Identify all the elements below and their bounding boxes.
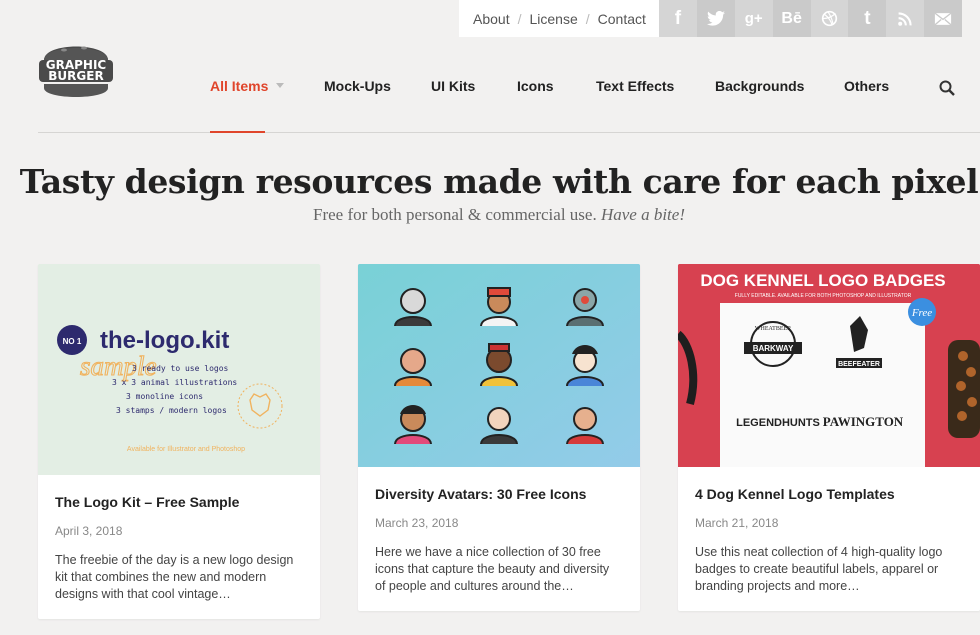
- tumblr-icon[interactable]: t: [848, 0, 887, 37]
- svg-text:3 ready to use logos: 3 ready to use logos: [132, 364, 229, 373]
- license-link[interactable]: License: [529, 11, 577, 27]
- card-thumbnail[interactable]: [358, 264, 640, 467]
- about-link[interactable]: About: [473, 11, 510, 27]
- card-thumbnail[interactable]: NO 1 the-logo.kit sample 3 ready to use …: [38, 264, 320, 475]
- svg-text:3 monoline icons: 3 monoline icons: [126, 392, 203, 401]
- nav-label: All Items: [210, 78, 269, 94]
- svg-text:3 stamps / modern logos: 3 stamps / modern logos: [116, 406, 227, 415]
- post-card[interactable]: NO 1 the-logo.kit sample 3 ready to use …: [38, 264, 320, 619]
- page-title: Tasty design resources made with care fo…: [19, 162, 979, 201]
- svg-text:Free: Free: [911, 307, 932, 319]
- svg-text:the-logo.kit: the-logo.kit: [100, 327, 229, 354]
- card-date: March 23, 2018: [375, 516, 459, 530]
- search-icon[interactable]: [939, 80, 955, 96]
- subtitle-emphasis: Have a bite!: [600, 205, 685, 224]
- card-thumbnail[interactable]: DOG KENNEL LOGO BADGES FULLY EDITABLE. A…: [678, 264, 980, 467]
- subtitle-text: Free for both personal & commercial use.: [313, 205, 597, 224]
- svg-text:BARKWAY: BARKWAY: [753, 344, 794, 353]
- svg-text:NO 1: NO 1: [63, 337, 82, 346]
- svg-text:BEEFEATER: BEEFEATER: [838, 361, 880, 368]
- card-title[interactable]: The Logo Kit – Free Sample: [55, 494, 303, 510]
- contact-link[interactable]: Contact: [598, 11, 646, 27]
- dribbble-icon[interactable]: [810, 0, 849, 37]
- facebook-icon[interactable]: f: [659, 0, 697, 37]
- behance-icon[interactable]: Bē: [772, 0, 811, 37]
- svg-text:DOG KENNEL LOGO BADGES: DOG KENNEL LOGO BADGES: [700, 271, 945, 290]
- google-plus-icon[interactable]: g+: [734, 0, 773, 37]
- active-nav-indicator: [210, 131, 265, 133]
- post-card[interactable]: Diversity Avatars: 30 Free Icons March 2…: [358, 264, 640, 611]
- svg-text:FULLY EDITABLE. AVAILABLE FOR: FULLY EDITABLE. AVAILABLE FOR BOTH PHOTO…: [735, 293, 912, 299]
- nav-item-icons[interactable]: Icons: [517, 78, 554, 94]
- svg-text:LEGENDHUNTS: LEGENDHUNTS: [736, 417, 820, 429]
- page-subtitle: Free for both personal & commercial use.…: [0, 205, 980, 225]
- top-links: About / License / Contact: [459, 0, 659, 37]
- rss-icon[interactable]: [886, 0, 925, 37]
- nav-item-all-items[interactable]: All Items: [210, 78, 285, 94]
- nav-item-others[interactable]: Others: [844, 78, 889, 94]
- svg-text:WHEATBEER: WHEATBEER: [755, 326, 791, 332]
- nav-item-backgrounds[interactable]: Backgrounds: [715, 78, 804, 94]
- card-date: April 3, 2018: [55, 524, 123, 538]
- post-card[interactable]: DOG KENNEL LOGO BADGES FULLY EDITABLE. A…: [678, 264, 980, 611]
- nav-item-text-effects[interactable]: Text Effects: [596, 78, 674, 94]
- nav-divider: [38, 132, 980, 133]
- card-title[interactable]: 4 Dog Kennel Logo Templates: [695, 486, 963, 502]
- nav-item-mock-ups[interactable]: Mock-Ups: [324, 78, 391, 94]
- top-bar: About / License / Contact f g+ Bē t: [459, 0, 980, 37]
- separator: /: [585, 10, 590, 27]
- main-nav: All Items Mock-Ups UI Kits Icons Text Ef…: [0, 78, 980, 98]
- card-excerpt: Use this neat collection of 4 high-quali…: [695, 545, 943, 593]
- card-excerpt: Here we have a nice collection of 30 fre…: [375, 545, 610, 593]
- svg-text:Available for Illustrator and: Available for Illustrator and Photoshop: [127, 446, 245, 453]
- svg-text:PAWINGTON: PAWINGTON: [823, 414, 904, 429]
- nav-item-ui-kits[interactable]: UI Kits: [431, 78, 475, 94]
- twitter-icon[interactable]: [696, 0, 735, 37]
- social-links: f g+ Bē t: [659, 0, 980, 37]
- svg-text:3 x 3 animal illustrations: 3 x 3 animal illustrations: [112, 378, 237, 387]
- card-date: March 21, 2018: [695, 516, 779, 530]
- separator: /: [517, 10, 522, 27]
- mail-icon[interactable]: [924, 0, 963, 37]
- card-title[interactable]: Diversity Avatars: 30 Free Icons: [375, 486, 623, 502]
- card-excerpt: The freebie of the day is a new logo des…: [55, 553, 294, 601]
- chevron-down-icon: [276, 82, 285, 88]
